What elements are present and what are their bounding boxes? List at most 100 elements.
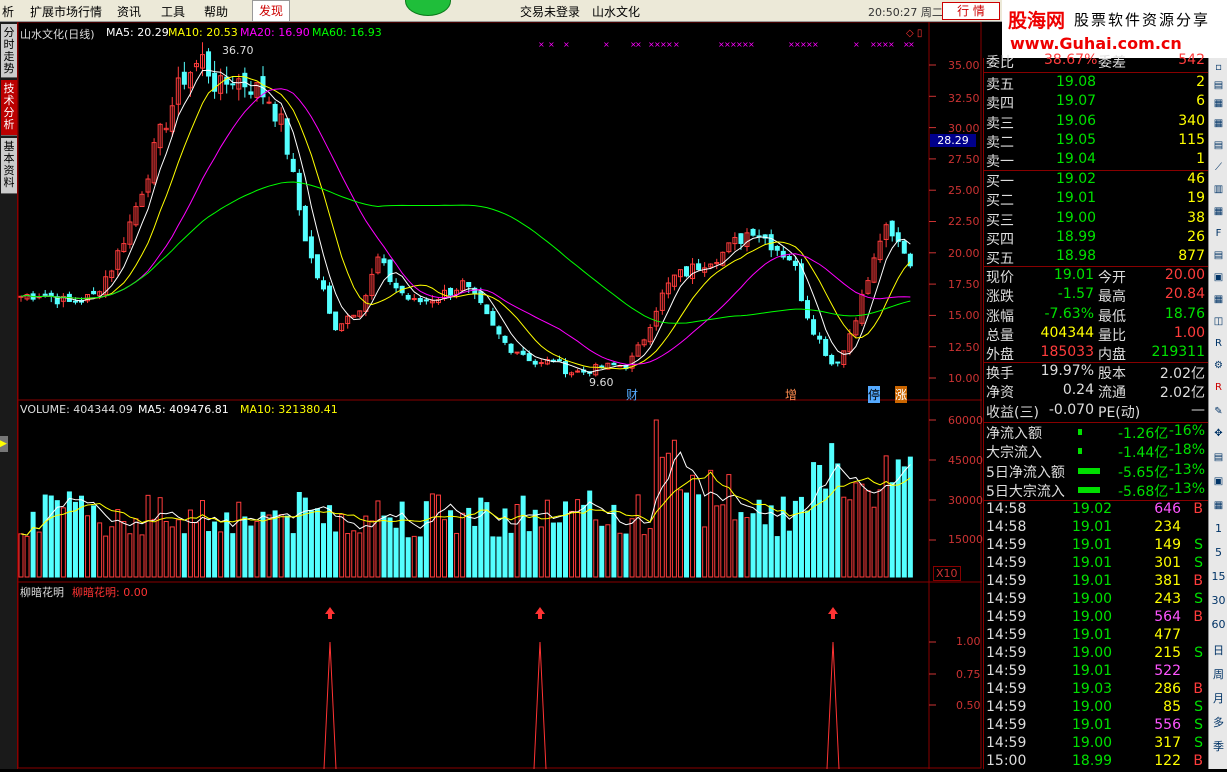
period-30min[interactable]: 30 <box>1209 594 1227 607</box>
tab-timeshare[interactable]: 分时走势 <box>1 24 17 78</box>
f10-icon[interactable]: F <box>1211 226 1226 241</box>
period-week[interactable]: 周 <box>1209 666 1227 682</box>
volume-bar <box>684 492 689 578</box>
tick-price: 18.99 <box>1072 753 1113 769</box>
stat-row: 涨跌 -1.57 最高 20.84 <box>984 286 1209 305</box>
signal-marker: × <box>853 40 860 49</box>
tick-side: B <box>1193 501 1203 517</box>
event-marker-increase[interactable]: 增 <box>785 386 797 403</box>
candle <box>272 103 278 122</box>
event-marker-finance[interactable]: 财 <box>626 386 638 403</box>
stat-label: 净资 <box>986 385 1014 402</box>
bid-label: 买一 <box>986 174 1014 190</box>
bid-row: 买五 18.98 877 <box>984 248 1209 267</box>
draw-icon[interactable]: ✎ <box>1211 404 1226 419</box>
table-icon[interactable]: ▦ <box>1211 204 1226 219</box>
tick-time: 14:59 <box>986 717 1027 733</box>
candle <box>823 338 829 356</box>
settings-icon[interactable]: ⚙ <box>1211 358 1226 373</box>
banner-url: www.Guhai.com.cn <box>1010 34 1182 53</box>
collapse-arrow-icon[interactable]: ▶ <box>0 436 8 452</box>
bid-label: 买三 <box>986 212 1014 229</box>
period-month[interactable]: 月 <box>1209 690 1227 706</box>
tick-volume: 301 <box>1154 555 1181 571</box>
volume-bar <box>218 531 224 578</box>
period-day[interactable]: 日 <box>1209 642 1227 658</box>
quote-button[interactable]: 行 情 <box>942 2 1000 20</box>
panel-icon[interactable]: ▤ <box>1211 248 1226 263</box>
candle <box>538 362 544 365</box>
window2-icon[interactable]: ▣ <box>1211 474 1226 489</box>
volume-bar <box>272 510 278 578</box>
menu-item-analysis[interactable]: 析 <box>2 3 14 20</box>
y-tick: 30.00 <box>948 122 980 135</box>
stat-value: 19.97% <box>1040 363 1094 379</box>
flow-row: 大宗流入 -1.44亿 -18% <box>984 442 1209 461</box>
minimize-icon[interactable]: ▫ <box>1211 60 1226 75</box>
ask-price: 19.04 <box>1056 151 1097 168</box>
tick-price: 19.03 <box>1072 681 1113 697</box>
volume-bar <box>665 452 671 578</box>
kline-icon[interactable]: ▦ <box>1211 96 1226 111</box>
diamond-icon: ◇ ▯ <box>906 28 922 39</box>
menu-item-extended-market[interactable]: 扩展市场行情 <box>30 3 102 20</box>
volume-ma10-line <box>20 471 911 536</box>
tick-price: 19.01 <box>1072 555 1113 571</box>
signal-arrow-icon <box>828 607 838 619</box>
multi-chart-icon[interactable]: ▦ <box>1211 292 1226 307</box>
volume-bar <box>442 519 447 578</box>
volume-bar <box>847 499 853 578</box>
grid-icon[interactable]: ▦ <box>1211 116 1226 131</box>
menu-item-news[interactable]: 资讯 <box>117 3 141 20</box>
stat-label: 换手 <box>986 366 1014 382</box>
period-1min[interactable]: 1 <box>1209 522 1227 535</box>
ma10-line <box>20 75 911 370</box>
tab-technical-analysis[interactable]: 技术分析 <box>1 80 17 136</box>
tab-fundamentals[interactable]: 基本资料 <box>1 138 17 194</box>
indicator-y-tick: 0.50 <box>956 699 981 712</box>
chart-area[interactable]: × × × × × × × × × × × × × × × × × × × × × × × × × × × × × ◇ ▯ 山水文化(日线… <box>18 22 983 769</box>
chart-icon[interactable]: ▤ <box>1211 78 1226 93</box>
tick-row: 14:59 19.01 149 S <box>984 537 1209 556</box>
event-marker-suspend[interactable]: 停 <box>868 386 881 403</box>
compare-icon[interactable]: ◫ <box>1211 314 1226 329</box>
rsi-icon[interactable]: R <box>1211 336 1226 351</box>
banner-logo: 股海网 <box>1008 10 1066 32</box>
period-60min[interactable]: 60 <box>1209 618 1227 631</box>
candle <box>230 83 236 86</box>
trend-icon[interactable]: ⟋ <box>1211 160 1226 175</box>
period-quarter[interactable]: 季 <box>1209 738 1227 754</box>
list-icon[interactable]: ▤ <box>1211 138 1226 153</box>
menu-item-tools[interactable]: 工具 <box>161 3 185 20</box>
ask-row: 卖二 19.05 115 <box>984 132 1209 151</box>
indicator-name[interactable]: 柳暗花明 <box>20 584 64 600</box>
indicator-spike <box>826 641 840 769</box>
period-15min[interactable]: 15 <box>1209 570 1227 583</box>
ad-banner[interactable]: 股海网 股票软件资源分享 www.Guhai.com.cn <box>1002 0 1227 58</box>
volume-bar <box>91 505 97 578</box>
window-icon[interactable]: ▣ <box>1211 270 1226 285</box>
volume-bar <box>550 522 556 578</box>
flow-label: 5日大宗流入 <box>986 483 1065 500</box>
report-icon[interactable]: ▤ <box>1211 450 1226 465</box>
menu-item-help[interactable]: 帮助 <box>204 3 228 20</box>
move-icon[interactable]: ✥ <box>1211 426 1226 441</box>
candle-icon[interactable]: ▥ <box>1211 182 1226 197</box>
period-5min[interactable]: 5 <box>1209 546 1227 559</box>
volume-bar <box>351 530 357 578</box>
event-marker-limit[interactable]: 涨 <box>895 386 908 403</box>
tick-volume: 122 <box>1154 753 1181 769</box>
find-tab[interactable]: 发现 <box>252 0 290 22</box>
candle <box>520 350 526 355</box>
flow-value: -5.65亿 <box>1118 464 1169 481</box>
volume-ma5-line <box>20 451 911 536</box>
candle <box>314 254 320 279</box>
kline-chart-svg[interactable]: × × × × ×× × × × × × × × × × × × × × × × × × × × × × ××◇ ▯ <box>18 22 982 769</box>
period-multi[interactable]: 多 <box>1209 714 1227 730</box>
layout-icon[interactable]: ▦ <box>1211 498 1226 513</box>
tick-side: B <box>1193 609 1203 625</box>
volume-bar <box>641 534 647 578</box>
y-tick: 17.50 <box>948 278 980 291</box>
volume-bar <box>786 530 792 578</box>
rsi-indicator-icon[interactable]: R <box>1211 380 1226 395</box>
